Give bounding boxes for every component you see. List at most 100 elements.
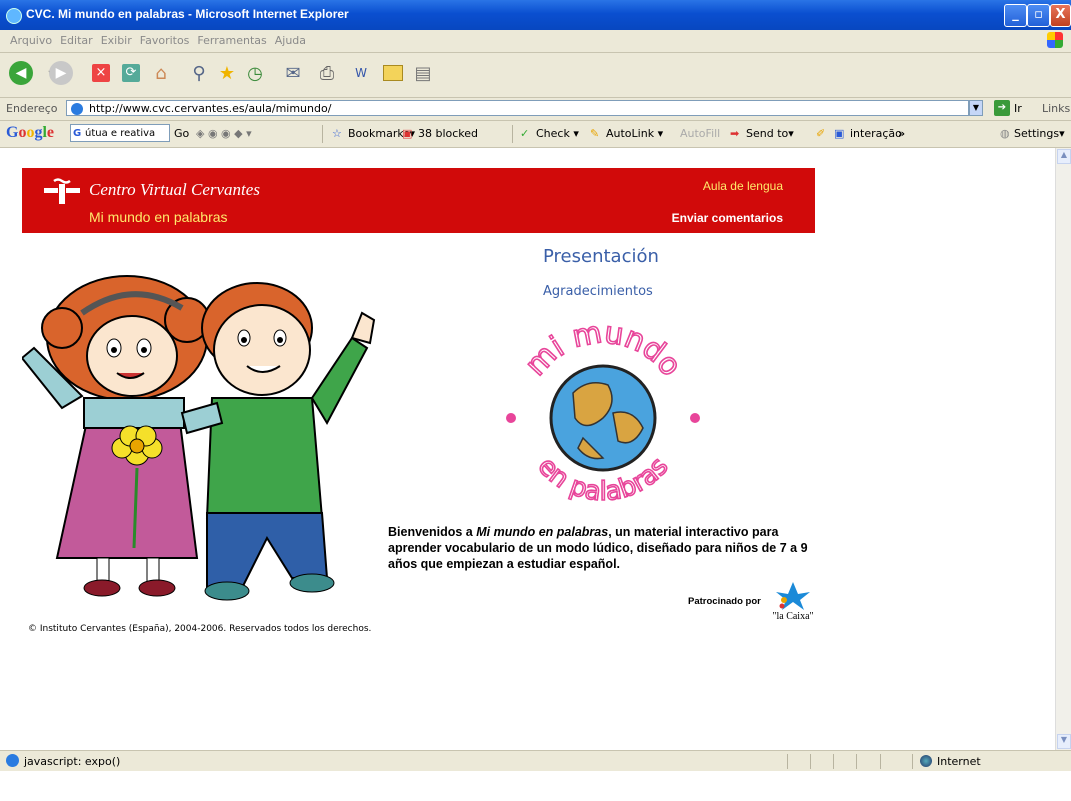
internet-zone-icon [920,755,932,767]
ie-icon [6,8,22,24]
settings-button[interactable]: Settings▾ [1014,127,1065,140]
discuss-button[interactable] [380,60,406,86]
back-arrow-icon: ◀ [9,61,33,85]
windows-logo-icon [1047,32,1063,48]
window-title: CVC. Mi mundo en palabras - Microsoft In… [26,7,349,21]
folder-icon [383,65,403,81]
mail-button[interactable]: ✉ [280,60,306,86]
mail-icon: ✉ [285,62,301,84]
printer-icon: ⎙ [319,62,335,84]
popup-blocked-count[interactable]: 38 blocked [418,127,478,140]
scroll-up-icon[interactable]: ▲ [1057,149,1071,164]
home-icon: ⌂ [155,62,167,84]
go-button[interactable]: Ir [1014,102,1022,115]
la-caixa-star-icon [776,582,810,610]
research-button[interactable]: ▤ [410,60,436,86]
google-logo[interactable]: Google [6,124,54,142]
send-to-icon: ➡ [730,127,740,140]
settings-icon: ◍ [1000,127,1010,140]
status-bar: javascript: expo() Internet [0,750,1071,771]
search-term-button[interactable]: interação [850,127,902,140]
separator [322,125,323,143]
go-arrow-icon[interactable]: ➔ [994,100,1010,116]
scroll-down-icon[interactable]: ▼ [1057,734,1071,749]
refresh-button[interactable]: ⟳ [118,60,144,86]
home-button[interactable]: ⌂ [148,60,174,86]
status-divider [810,754,811,769]
window-title-bar[interactable]: CVC. Mi mundo en palabras - Microsoft In… [0,0,1071,30]
autolink-button[interactable]: AutoLink ▾ [606,127,663,140]
google-search-value: útua e reativa [85,128,156,139]
menu-item-ajuda[interactable]: Ajuda [271,30,310,47]
search-icon: ⚲ [192,62,206,84]
history-button[interactable]: ◷ [242,60,268,86]
menu-item-favoritos[interactable]: Favoritos [136,30,194,47]
links-button[interactable]: Links [1042,102,1070,115]
autolink-icon: ✎ [590,127,600,140]
desktop-below [0,771,1071,801]
research-icon: ▤ [414,62,432,84]
agradecimientos-link[interactable]: Agradecimientos [543,284,653,299]
la-caixa-logo[interactable]: "la Caixa" [768,580,818,624]
favorites-button[interactable]: ★ [214,60,240,86]
vertical-scrollbar[interactable]: ▲ ▼ [1055,148,1071,750]
enviar-comentarios-link[interactable]: Enviar comentarios [672,211,783,225]
welcome-title: Mi mundo en palabras [476,525,609,539]
popup-blocker-icon: ▣ [402,127,413,140]
back-button[interactable]: ◀ [8,60,34,86]
menu-bar: Arquivo Editar Exibir Favoritos Ferramentas A… [0,30,1071,53]
google-icons-group[interactable]: ◈ ◉ ◉ ◆ ▾ [196,127,252,140]
menu-item-arquivo[interactable]: Arquivo [6,30,56,47]
google-toolbar: Google G útua e reativa Go ◈ ◉ ◉ ◆ ▾ ☆ B… [0,121,1071,148]
standard-toolbar: ◀ ▾ ▶ × ⟳ ⌂ ⚲ ★ ◷ ✉ ⎙ W ▤ [0,53,1071,98]
status-divider [912,754,913,769]
site-name: Mi mundo en palabras [89,209,228,225]
check-button[interactable]: Check ▾ [536,127,579,140]
menu-item-ferramentas[interactable]: Ferramentas [193,30,270,47]
menu-item-editar[interactable]: Editar [56,30,97,47]
status-divider [833,754,834,769]
presentacion-link[interactable]: Presentación [543,246,659,267]
search-term-icon: ▣ [834,127,845,140]
send-to-button[interactable]: Send to▾ [746,127,794,140]
security-zone: Internet [937,755,981,768]
more-chevron-icon[interactable]: » [898,127,905,140]
bookmarks-star-icon: ☆ [332,127,342,140]
address-input[interactable]: http://www.cvc.cervantes.es/aula/mimundo… [66,100,969,116]
copyright-text: © Instituto Cervantes (España), 2004-200… [28,624,372,634]
menu-item-exibir[interactable]: Exibir [97,30,136,47]
history-icon: ◷ [247,62,263,84]
site-banner: Centro Virtual Cervantes Mi mundo en pal… [22,168,815,233]
google-search-input[interactable]: G útua e reativa [70,124,170,142]
address-bar: Endereço http://www.cvc.cervantes.es/aul… [0,98,1071,121]
forward-button[interactable]: ▶ [48,60,74,86]
page-status-icon [6,754,19,767]
cervantes-logo-icon [44,178,80,204]
org-name: Centro Virtual Cervantes [89,180,260,199]
edit-button[interactable]: W [348,60,374,86]
mi-mundo-logo: mi mundo en palabras [506,323,700,508]
print-button[interactable]: ⎙ [314,60,340,86]
star-icon: ★ [218,62,236,84]
address-url: http://www.cvc.cervantes.es/aula/mimundo… [89,102,332,115]
forward-arrow-icon: ▶ [49,61,73,85]
status-text: javascript: expo() [24,755,121,768]
status-divider [880,754,881,769]
separator [512,125,513,143]
maximize-button[interactable]: ▫ [1027,4,1050,27]
status-divider [856,754,857,769]
autofill-button[interactable]: AutoFill [680,127,720,140]
address-dropdown-icon[interactable]: ▼ [969,100,983,116]
search-button[interactable]: ⚲ [186,60,212,86]
word-icon: W [355,66,367,80]
aula-de-lengua-link[interactable]: Aula de lengua [703,179,783,193]
close-button[interactable]: X [1050,4,1071,27]
stop-button[interactable]: × [88,60,114,86]
sponsor-name: "la Caixa" [772,611,814,622]
google-g-icon: G [73,128,82,139]
stop-icon: × [92,64,110,82]
spellcheck-icon: ✓ [520,127,530,140]
welcome-text: Bienvenidos a Mi mundo en palabras, un m… [388,524,808,572]
google-go-button[interactable]: Go [174,127,189,140]
minimize-button[interactable]: _ [1004,4,1027,27]
